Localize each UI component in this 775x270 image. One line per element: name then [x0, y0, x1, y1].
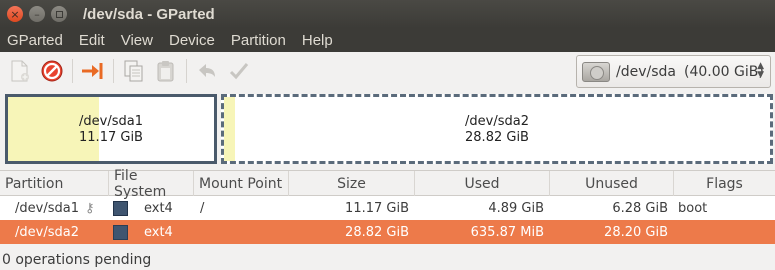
menu-bar: GParted Edit View Device Partition Help [0, 28, 775, 52]
partition-graphic-sda1[interactable]: /dev/sda1 11.17 GiB [5, 94, 217, 164]
maximize-window-button[interactable] [51, 6, 67, 22]
table-row[interactable]: /dev/sda1 ⚷ ext4 / 11.17 GiB 4.89 GiB 6.… [0, 196, 775, 220]
paste-button[interactable] [150, 55, 182, 87]
used-cell: 4.89 GiB [488, 200, 544, 216]
menu-gparted[interactable]: GParted [0, 28, 71, 52]
new-partition-icon [11, 60, 29, 82]
column-header-size[interactable]: Size [289, 171, 415, 196]
delete-partition-button[interactable] [36, 55, 68, 87]
flags-cell: boot [678, 200, 708, 216]
unused-cell: 28.20 GiB [604, 224, 668, 240]
partition-map: /dev/sda1 11.17 GiB /dev/sda2 28.82 GiB [0, 90, 775, 170]
size-cell: 28.82 GiB [345, 224, 409, 240]
toolbar-separator [186, 59, 187, 83]
copy-button[interactable] [118, 55, 150, 87]
menu-partition[interactable]: Partition [223, 28, 294, 52]
status-text: 0 operations pending [2, 251, 152, 268]
filesystem-cell: ext4 [109, 196, 194, 220]
mount-point-cell: / [200, 200, 205, 216]
apply-button[interactable] [223, 55, 255, 87]
device-selector[interactable]: /dev/sda (40.00 GiB) ▲ ▼ [576, 55, 771, 88]
close-window-button[interactable]: × [7, 6, 23, 22]
partition-graphic-size: 28.82 GiB [465, 130, 529, 145]
toolbar: /dev/sda (40.00 GiB) ▲ ▼ [0, 52, 775, 90]
device-name: /dev/sda [616, 63, 676, 80]
undo-icon [199, 64, 215, 77]
filesystem-color-swatch [113, 224, 128, 240]
partition-graphic-name: /dev/sda2 [465, 114, 529, 129]
menu-view[interactable]: View [113, 28, 161, 52]
table-header: Partition File System Mount Point Size U… [0, 168, 775, 200]
filesystem-name: ext4 [144, 224, 173, 240]
paste-icon [157, 61, 174, 82]
new-partition-button[interactable] [4, 55, 36, 87]
status-bar: 0 operations pending [0, 249, 775, 270]
column-header-used[interactable]: Used [415, 171, 550, 196]
partition-graphic-sda2[interactable]: /dev/sda2 28.82 GiB [221, 94, 773, 164]
partition-cell: /dev/sda2 [0, 220, 109, 244]
minimize-icon: – [34, 7, 40, 21]
column-header-partition[interactable]: Partition [0, 171, 109, 196]
resize-move-icon [82, 63, 103, 79]
undo-button[interactable] [191, 55, 223, 87]
partition-graphic-size: 11.17 GiB [79, 130, 143, 145]
toolbar-separator [113, 59, 114, 83]
maximize-icon [55, 10, 63, 18]
menu-edit[interactable]: Edit [71, 28, 113, 52]
column-header-mount-point[interactable]: Mount Point [194, 171, 289, 196]
flags-cell [674, 220, 775, 244]
partition-cell: /dev/sda1 ⚷ [0, 196, 109, 220]
disk-icon [582, 61, 610, 82]
partition-name: /dev/sda2 [15, 224, 79, 240]
table-row-selected[interactable]: /dev/sda2 ext4 28.82 GiB 635.87 MiB 28.2… [0, 220, 775, 244]
menu-device[interactable]: Device [161, 28, 223, 52]
filesystem-cell: ext4 [109, 220, 194, 244]
used-cell: 635.87 MiB [470, 224, 544, 240]
mount-point-cell [194, 220, 289, 244]
filesystem-name: ext4 [144, 200, 173, 216]
size-cell: 11.17 GiB [345, 200, 409, 216]
filesystem-color-swatch [113, 200, 128, 216]
close-icon: × [10, 7, 20, 21]
unused-cell: 6.28 GiB [612, 200, 668, 216]
title-bar: × – /dev/sda - GParted [0, 0, 775, 28]
column-header-filesystem[interactable]: File System [109, 168, 194, 200]
menu-help[interactable]: Help [294, 28, 341, 52]
minimize-window-button[interactable]: – [29, 6, 45, 22]
partition-table: Partition File System Mount Point Size U… [0, 168, 775, 244]
partition-graphic-name: /dev/sda1 [79, 114, 143, 129]
delete-icon [41, 60, 63, 82]
partition-name: /dev/sda1 [15, 200, 79, 216]
column-header-flags[interactable]: Flags [674, 171, 775, 196]
copy-icon [124, 60, 143, 82]
device-size: (40.00 GiB) [683, 63, 764, 80]
column-header-unused[interactable]: Unused [550, 171, 674, 196]
window-title: /dev/sda - GParted [83, 5, 215, 23]
toolbar-separator [72, 59, 73, 83]
spinner-arrows-icon: ▲ ▼ [757, 61, 764, 80]
resize-move-button[interactable] [77, 55, 109, 87]
apply-icon [229, 63, 249, 80]
key-icon: ⚷ [84, 200, 95, 216]
